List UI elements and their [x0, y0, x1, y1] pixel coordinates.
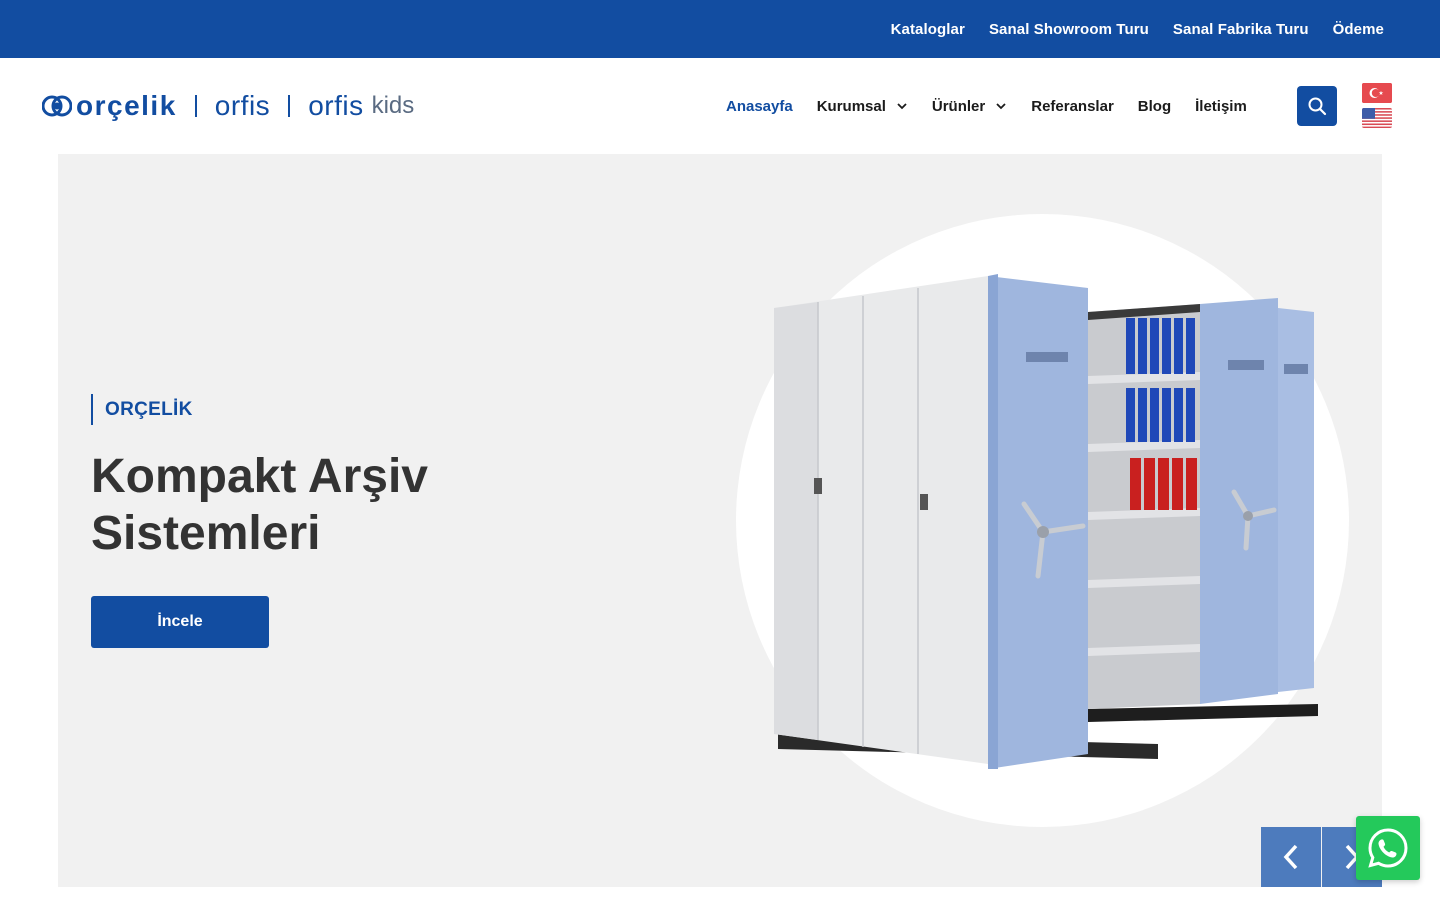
main-nav: Anasayfa Kurumsal Ürünler Referanslar Bl… — [726, 58, 1271, 154]
site-logo[interactable]: orçelik orfis orfis kids — [42, 88, 414, 124]
logo-orfis-text: orfis — [214, 90, 271, 121]
nav-referanslar[interactable]: Referanslar — [1031, 98, 1114, 115]
search-button[interactable] — [1297, 86, 1337, 126]
nav-label: Ürünler — [931, 97, 986, 115]
utility-links: Kataloglar Sanal Showroom Turu Sanal Fab… — [891, 0, 1384, 58]
chevron-left-icon — [1283, 844, 1298, 870]
hero-slider: ORÇELİK Kompakt Arşiv Sistemleri İncele — [58, 154, 1382, 887]
logo-divider — [288, 95, 291, 117]
nav-anasayfa[interactable]: Anasayfa — [726, 98, 793, 115]
nav-iletisim[interactable]: İletişim — [1195, 98, 1247, 115]
nav-label: İletişim — [1195, 97, 1247, 115]
nav-label: Anasayfa — [726, 97, 793, 115]
hero-brand-tag: ORÇELİK — [91, 394, 193, 425]
chevron-down-icon — [897, 103, 907, 110]
nav-label: Kurumsal — [816, 97, 886, 115]
incele-button[interactable]: İncele — [91, 596, 269, 648]
link-kataloglar[interactable]: Kataloglar — [891, 21, 965, 38]
top-utility-bar: Kataloglar Sanal Showroom Turu Sanal Fab… — [0, 0, 1440, 58]
orcelik-logo-icon — [42, 93, 72, 119]
nav-label: Referanslar — [1031, 97, 1114, 115]
nav-blog[interactable]: Blog — [1138, 98, 1171, 115]
chevron-down-icon — [996, 103, 1006, 110]
link-sanal-showroom[interactable]: Sanal Showroom Turu — [989, 21, 1149, 38]
logo-kids-text: kids — [371, 92, 415, 119]
compact-archive-cabinet-image — [774, 274, 1318, 769]
turkey-flag-icon — [1362, 83, 1392, 103]
logo-orfis-kids-text: orfis — [308, 90, 364, 121]
logo-divider — [194, 95, 197, 117]
logo-brand-text: orçelik — [76, 90, 177, 121]
search-icon — [1308, 97, 1327, 116]
language-en-flag[interactable] — [1362, 108, 1392, 128]
main-header: orçelik orfis orfis kids Anasayfa Kurums… — [0, 58, 1440, 154]
slider-prev-button[interactable] — [1261, 827, 1321, 887]
nav-urunler[interactable]: Ürünler — [932, 98, 1007, 115]
language-tr-flag[interactable] — [1362, 83, 1392, 103]
nav-label: Blog — [1137, 97, 1172, 115]
whatsapp-icon — [1368, 828, 1408, 868]
link-odeme[interactable]: Ödeme — [1333, 21, 1384, 38]
nav-kurumsal[interactable]: Kurumsal — [817, 98, 908, 115]
hero-title: Kompakt Arşiv Sistemleri — [91, 450, 428, 560]
link-sanal-fabrika[interactable]: Sanal Fabrika Turu — [1173, 21, 1309, 38]
whatsapp-button[interactable] — [1356, 816, 1420, 880]
usa-flag-icon — [1362, 108, 1392, 128]
